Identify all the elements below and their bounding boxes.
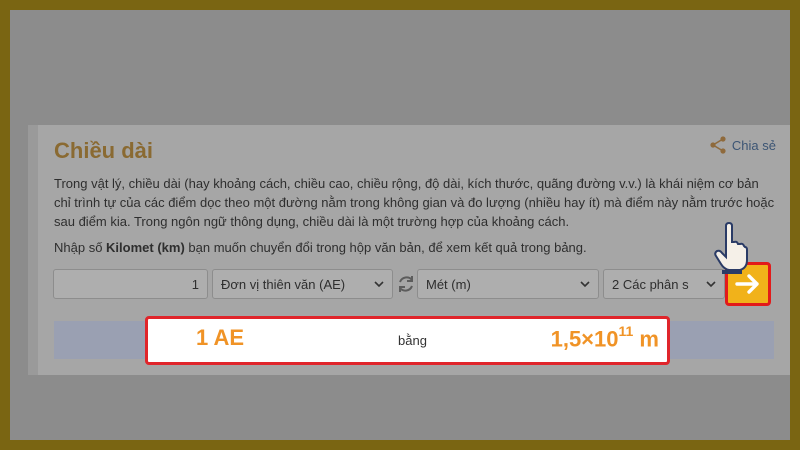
card-left-border (28, 125, 38, 375)
chevron-down-icon (706, 281, 716, 288)
from-unit-select[interactable]: Đơn vị thiên văn (AE) (212, 269, 393, 299)
instruction-prefix: Nhập số (54, 240, 107, 255)
description-text: Trong vật lý, chiều dài (hay khoảng cách… (54, 176, 775, 229)
result-exponent: 11 (618, 323, 634, 339)
chevron-down-icon (580, 281, 590, 288)
page-title: Chiều dài (54, 138, 154, 163)
result-unit: m (633, 326, 659, 352)
instruction-suffix: bạn muốn chuyển đổi trong hộp văn bản, đ… (184, 240, 587, 255)
instruction-unit: Kilomet (km) (106, 240, 185, 255)
share-icon (710, 136, 726, 154)
share-label: Chia sẻ (731, 137, 776, 153)
arrow-right-icon (735, 274, 759, 294)
result-value: 1,5×1011 m (550, 323, 659, 352)
pointing-hand-icon (714, 222, 748, 274)
precision-value: 2 Các phân s (612, 276, 689, 292)
result-source: 1 AE (196, 325, 245, 350)
value-input-text: 1 (191, 276, 199, 292)
value-input[interactable]: 1 (53, 269, 208, 299)
share-link[interactable]: Chia sẻ (710, 136, 776, 154)
result-highlight: 1 AE bằng 1,5×1011 m (145, 316, 670, 365)
chevron-down-icon (374, 281, 384, 288)
result-equals-label: bằng (398, 333, 427, 348)
swap-icon[interactable] (395, 273, 417, 295)
precision-select[interactable]: 2 Các phân s (603, 269, 725, 299)
from-unit-value: Đơn vị thiên văn (AE) (221, 276, 346, 292)
instruction-text: Nhập số Kilomet (km) bạn muốn chuyển đổi… (54, 240, 776, 255)
to-unit-value: Mét (m) (426, 276, 471, 292)
to-unit-select[interactable]: Mét (m) (417, 269, 599, 299)
result-mantissa: 1,5×10 (550, 326, 619, 352)
